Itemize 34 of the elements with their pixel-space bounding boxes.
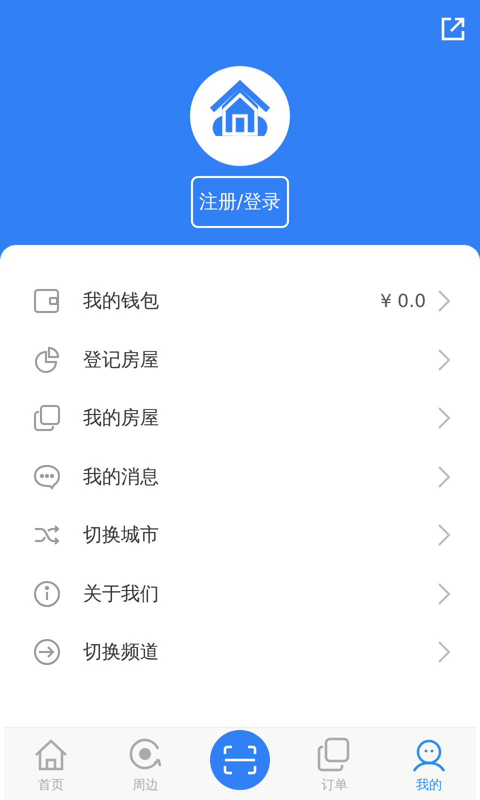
pie-chart-icon [33, 346, 61, 374]
chevron-right-icon [438, 407, 450, 430]
home-icon [33, 737, 70, 773]
menu-item[interactable]: 我的消息 [0, 448, 480, 506]
wallet-icon [33, 287, 61, 316]
menu-item[interactable]: 关于我们 [0, 564, 480, 623]
chat-bubble-icon [33, 462, 61, 491]
chevron-right-icon [438, 641, 450, 664]
chevron-right-icon [438, 290, 450, 312]
register-login-button[interactable]: 注册/登录 [190, 176, 290, 228]
menu-item[interactable]: 切换城市 [0, 506, 480, 564]
person-icon [410, 737, 447, 773]
menu-label: 关于我们 [83, 582, 160, 607]
menu-label: 我的房屋 [83, 406, 160, 432]
menu-label: 登记房屋 [83, 348, 160, 373]
chevron-right-icon [438, 348, 450, 371]
info-icon [33, 580, 61, 608]
menu-item[interactable]: 我的房屋 [0, 389, 480, 448]
menu-label: 切换频道 [83, 640, 160, 666]
chevron-right-icon [438, 582, 450, 605]
house-logo-icon [190, 66, 290, 166]
menu-item[interactable]: 我的钱包 ¥ 0.0 [0, 272, 480, 330]
chevron-right-icon [438, 524, 450, 546]
wallet-balance: ¥ 0.0 [380, 290, 426, 312]
menu-item[interactable]: 登记房屋 [0, 330, 480, 389]
share-icon[interactable] [440, 16, 466, 42]
copy-icon [316, 737, 352, 773]
scan-icon [223, 745, 258, 775]
menu-item[interactable]: 切换频道 [0, 623, 480, 682]
chevron-right-icon [438, 466, 450, 488]
copy-icon [33, 404, 61, 432]
menu-label: 切换城市 [83, 523, 160, 548]
menu-label: 我的钱包 [83, 289, 160, 314]
menu-label: 我的消息 [83, 464, 160, 490]
